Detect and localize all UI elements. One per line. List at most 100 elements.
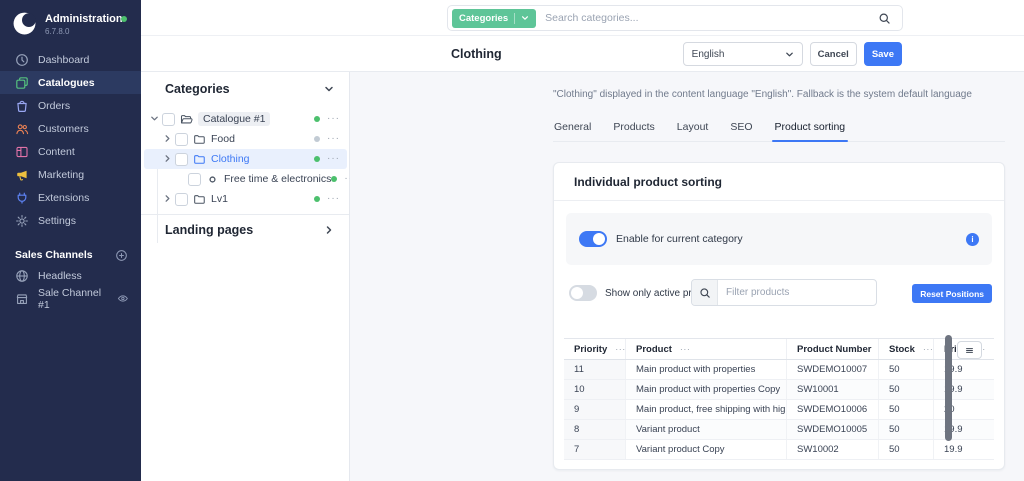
sidebar-item-catalogues[interactable]: Catalogues: [0, 71, 141, 94]
context-menu-button[interactable]: ···: [327, 194, 340, 204]
sidebar-item-dashboard[interactable]: Dashboard: [0, 48, 141, 71]
show-active-toggle[interactable]: [569, 285, 597, 301]
reset-positions-button[interactable]: Reset Positions: [912, 284, 992, 303]
info-icon[interactable]: i: [966, 233, 979, 246]
tree-item-clothing[interactable]: Clothing ···: [144, 149, 347, 169]
caret-icon[interactable]: [163, 154, 173, 164]
cell-stock: 50: [879, 420, 934, 439]
cell-product: Variant product Copy: [626, 440, 787, 459]
checkbox[interactable]: [175, 193, 188, 206]
status-dot: [121, 16, 127, 22]
tree-item-label: Food: [211, 133, 235, 145]
sidebar-item-content[interactable]: Content: [0, 140, 141, 163]
tree-panel-header: Categories: [141, 72, 349, 106]
filter-products-input[interactable]: [718, 287, 876, 298]
table-body: 11Main product with propertiesSWDEMO1000…: [564, 360, 994, 460]
table-scrollbar[interactable]: [945, 335, 952, 441]
checkbox[interactable]: [162, 113, 175, 126]
enable-category-toggle[interactable]: [579, 231, 607, 247]
caret-icon[interactable]: [150, 114, 160, 124]
sales-channel-headless[interactable]: Headless: [0, 264, 141, 287]
cell-priority: 7: [564, 440, 626, 459]
main-content: "Clothing" displayed in the content lang…: [350, 72, 1024, 481]
tree-item-label: Clothing: [211, 153, 250, 165]
checkbox[interactable]: [175, 153, 188, 166]
cell-product-number: SWDEMO10007: [787, 360, 879, 379]
column-header-product-number[interactable]: Product Number···: [787, 339, 879, 359]
sales-channels-label: Sales Channels: [15, 249, 93, 261]
cell-product-number: SW10002: [787, 440, 879, 459]
sidebar-item-settings[interactable]: Settings: [0, 209, 141, 232]
tree-item-free-time-electronics[interactable]: Free time & electronics···: [144, 169, 347, 189]
context-menu-button[interactable]: ···: [327, 114, 340, 124]
table-row: 8Variant productSWDEMO100055019.9: [564, 420, 994, 440]
tab-products[interactable]: Products: [612, 116, 655, 141]
search-entity-button[interactable]: Categories: [452, 9, 536, 28]
tree-item-meta: ···: [314, 154, 347, 164]
sidebar-item-marketing[interactable]: Marketing: [0, 163, 141, 186]
context-menu-button[interactable]: ···: [327, 134, 340, 144]
sidebar-item-orders[interactable]: Orders: [0, 94, 141, 117]
sales-channel-label: Sale Channel #1: [38, 287, 108, 311]
table-row: 7Variant product CopySW100025019.9: [564, 440, 994, 460]
sidebar-item-label: Dashboard: [38, 54, 89, 66]
sidebar-item-label: Extensions: [38, 192, 89, 204]
search-input[interactable]: [536, 12, 878, 24]
enable-sorting-box: Enable for current category i: [566, 213, 992, 265]
marketing-icon: [15, 168, 29, 182]
language-select-value: English: [692, 49, 725, 60]
add-sales-channel-icon[interactable]: [115, 249, 128, 262]
sidebar-item-extensions[interactable]: Extensions: [0, 186, 141, 209]
column-header-priority[interactable]: Priority ···: [564, 339, 626, 359]
context-menu-button[interactable]: ···: [327, 154, 340, 164]
checkbox[interactable]: [188, 173, 201, 186]
tab-layout[interactable]: Layout: [676, 116, 710, 141]
column-label: Stock: [889, 344, 915, 355]
folder-icon: [193, 193, 206, 206]
tab-product-sorting[interactable]: Product sorting: [774, 116, 847, 141]
tree-item-catalogue-1[interactable]: Catalogue #1···: [144, 109, 347, 129]
tab-seo[interactable]: SEO: [729, 116, 753, 141]
column-menu-icon[interactable]: ···: [615, 344, 626, 354]
cell-price: 19.9: [934, 420, 994, 439]
caret-icon[interactable]: [163, 194, 173, 204]
column-settings-button[interactable]: [957, 341, 982, 359]
sidebar-item-customers[interactable]: Customers: [0, 117, 141, 140]
tree-item-food[interactable]: Food ···: [144, 129, 347, 149]
search-entity-label: Categories: [459, 13, 508, 24]
search-icon[interactable]: [878, 12, 891, 25]
eye-icon: [117, 292, 129, 305]
tree-item-meta: ···: [314, 194, 347, 204]
sales-channel-sale-channel-1[interactable]: Sale Channel #1: [0, 287, 141, 310]
save-button[interactable]: Save: [864, 42, 902, 66]
app-header: Administration 6.7.8.0: [0, 0, 141, 36]
sidebar: Administration 6.7.8.0 Dashboard Catalogu…: [0, 0, 141, 481]
cell-product-number: SWDEMO10005: [787, 420, 879, 439]
caret-icon[interactable]: [163, 134, 173, 144]
store-icon: [15, 292, 29, 306]
table-row: 11Main product with propertiesSWDEMO1000…: [564, 360, 994, 380]
cell-priority: 10: [564, 380, 626, 399]
column-label: Priority: [574, 344, 607, 355]
cell-price: 20: [934, 400, 994, 419]
collapse-chevron-icon[interactable]: [324, 84, 334, 94]
cell-stock: 50: [879, 360, 934, 379]
column-header-product[interactable]: Product···: [626, 339, 787, 359]
column-menu-icon[interactable]: ···: [923, 344, 934, 354]
landing-pages-section[interactable]: Landing pages: [141, 215, 349, 245]
language-select[interactable]: English: [683, 42, 803, 66]
tree-item-meta: ···: [314, 134, 347, 144]
app-title: Administration: [45, 11, 123, 27]
column-header-stock[interactable]: Stock ···: [879, 339, 934, 359]
headless-icon: [15, 269, 29, 283]
page-title: Clothing: [451, 36, 502, 72]
tree-item-lv1[interactable]: Lv1 ···: [144, 189, 347, 209]
folder-icon: [193, 153, 206, 166]
column-menu-icon[interactable]: ···: [680, 344, 691, 354]
category-tree-panel: Categories Catalogue #1···Food···Clothin…: [141, 72, 350, 481]
button-divider: [514, 13, 515, 24]
tab-general[interactable]: General: [553, 116, 592, 141]
cancel-button[interactable]: Cancel: [810, 42, 857, 66]
checkbox[interactable]: [175, 133, 188, 146]
tree-item-label: Lv1: [211, 193, 228, 205]
